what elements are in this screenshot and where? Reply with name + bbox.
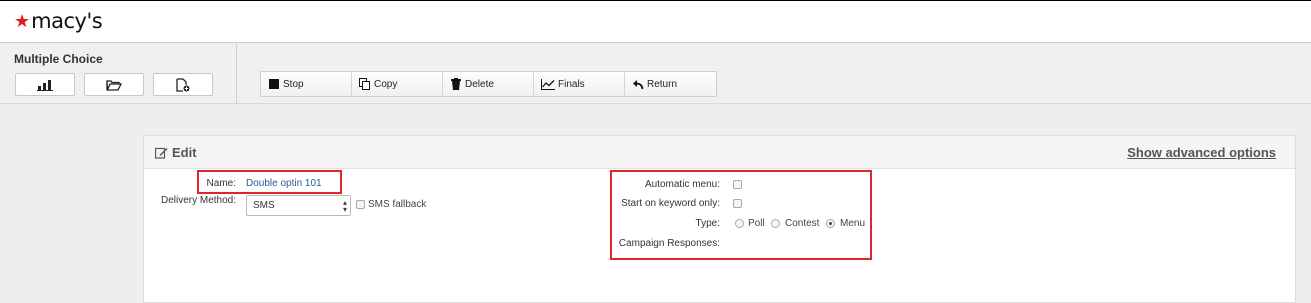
left-panel: Multiple Choice [0,44,237,104]
panel-title: Multiple Choice [14,52,103,66]
show-advanced-options-link[interactable]: Show advanced options [1127,145,1276,160]
return-arrow-icon [632,78,644,90]
select-arrows-icon: ▴ ▾ [342,198,347,214]
copy-button[interactable]: Copy [352,72,443,96]
reports-button[interactable] [15,73,75,96]
edit-card-header: Edit Show advanced options [144,136,1295,169]
name-highlight-box [197,170,342,194]
sms-fallback-label: SMS fallback [368,199,427,210]
stop-icon [268,78,280,90]
edit-title-text: Edit [172,145,197,160]
options-highlight-box [610,170,872,260]
new-file-icon [176,77,190,92]
macys-logo[interactable]: ★ macy's [14,9,103,33]
new-button[interactable] [153,73,213,96]
action-bar: Stop Copy Delete Finals Return [260,71,717,97]
line-chart-icon [541,78,555,90]
edit-pencil-icon [155,147,168,159]
edit-title: Edit [155,145,197,160]
star-icon: ★ [14,11,31,31]
delivery-method-label: Delivery Method: [160,195,236,206]
stop-button[interactable]: Stop [261,72,352,96]
trash-icon [450,78,462,90]
open-button[interactable] [84,73,144,96]
folder-open-icon [106,79,122,91]
return-button[interactable]: Return [625,72,716,96]
copy-icon [359,78,371,90]
stop-label: Stop [283,78,304,90]
return-label: Return [647,78,678,90]
toolbar-area: Multiple Choice Stop Copy Delete Finals … [0,44,1311,104]
sms-fallback-checkbox[interactable] [356,200,365,209]
finals-button[interactable]: Finals [534,72,625,96]
copy-label: Copy [374,78,398,90]
delete-button[interactable]: Delete [443,72,534,96]
brand-name: macy's [31,9,103,33]
delivery-method-select[interactable]: SMS ▴ ▾ [246,195,351,216]
bar-chart-icon [37,79,53,91]
delete-label: Delete [465,78,494,90]
delivery-method-value: SMS [253,200,275,211]
top-bar: ★ macy's [0,0,1311,43]
finals-label: Finals [558,78,585,90]
